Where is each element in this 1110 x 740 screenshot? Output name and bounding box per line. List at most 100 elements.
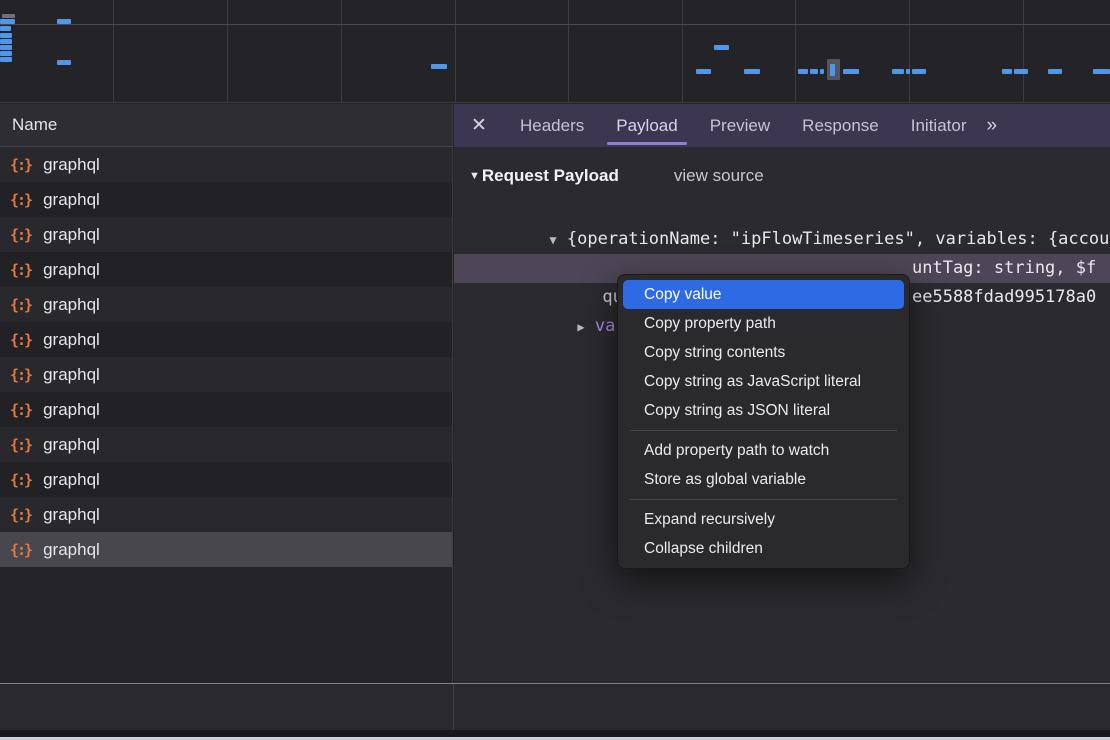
request-name-label: graphql [43, 190, 100, 210]
request-timing-bar [0, 39, 12, 44]
timeline-gridline [341, 0, 342, 102]
menu-item-expand-recursively[interactable]: Expand recursively [623, 505, 904, 534]
name-column-header[interactable]: Name [0, 104, 452, 147]
panel-divider[interactable] [453, 684, 454, 730]
request-list-item[interactable]: {:}graphql [0, 532, 452, 567]
request-timing-bar [0, 51, 12, 56]
name-column-label: Name [12, 115, 57, 135]
menu-item-copy-value[interactable]: Copy value [623, 280, 904, 309]
timeline-gridline [455, 0, 456, 102]
request-timing-bar [820, 69, 824, 74]
request-name-label: graphql [43, 225, 100, 245]
request-name-label: graphql [43, 155, 100, 175]
json-braces-icon: {:} [10, 331, 31, 349]
json-braces-icon: {:} [10, 506, 31, 524]
request-list-item[interactable]: {:} graphql [0, 392, 452, 427]
request-timing-bar [892, 69, 904, 74]
timeline-gridline [227, 0, 228, 102]
request-list-item[interactable]: {:}graphql [0, 287, 452, 322]
request-name-label: graphql [43, 470, 100, 490]
json-braces-icon: {:} [10, 191, 31, 209]
payload-root-row[interactable]: ▼ {operationName: "ipFlowTimeseries", va… [454, 196, 1110, 225]
menu-item-copy-string-as-json-literal[interactable]: Copy string as JSON literal [623, 396, 904, 425]
request-timing-bar [906, 69, 910, 74]
timeline-gridline [568, 0, 569, 102]
timeline-gridline [1023, 0, 1024, 102]
json-braces-icon: {:} [10, 471, 31, 489]
request-name-label: graphql [43, 295, 100, 315]
request-timing-bar [0, 26, 11, 31]
timeline-gridline [682, 0, 683, 102]
request-timing-bar [1048, 69, 1062, 74]
tab-initiator[interactable]: Initiator [895, 104, 983, 147]
menu-item-copy-string-contents[interactable]: Copy string contents [623, 338, 904, 367]
menu-item-store-as-global-variable[interactable]: Store as global variable [623, 465, 904, 494]
devtools-network-panel: Name {:}graphql{:}graphql{:}graphql{:}gr… [0, 0, 1110, 740]
tabs-container: HeadersPayloadPreviewResponseInitiator [504, 104, 982, 147]
tab-preview[interactable]: Preview [694, 104, 786, 147]
request-timing-bar [798, 69, 808, 74]
request-list-item[interactable]: {:}graphql [0, 427, 452, 462]
bottom-dark-strip [0, 730, 1110, 737]
json-braces-icon: {:} [10, 541, 31, 559]
context-menu: Copy valueCopy property pathCopy string … [617, 274, 910, 569]
property-value-continued: ee5588fdad995178a0 [912, 283, 1096, 312]
timeline-gridline [795, 0, 796, 102]
request-timing-bar [1014, 69, 1028, 74]
tab-payload[interactable]: Payload [600, 104, 693, 147]
request-payload-header: ▼ Request Payload view source [454, 147, 1110, 196]
more-tabs-icon[interactable]: » [986, 115, 995, 137]
property-value-continued: untTag: string, $f [912, 254, 1096, 283]
tab-response[interactable]: Response [786, 104, 895, 147]
request-timing-bar [0, 19, 15, 24]
menu-separator [630, 430, 897, 431]
request-name-label: graphql [43, 260, 100, 280]
section-title: Request Payload [482, 166, 619, 186]
json-braces-icon: {:} [10, 261, 31, 279]
json-braces-icon: {:} [10, 366, 31, 384]
request-list-panel: Name {:}graphql{:}graphql{:}graphql{:}gr… [0, 104, 453, 683]
json-braces-icon: {:} [10, 401, 31, 419]
view-source-link[interactable]: view source [674, 166, 764, 186]
request-name-label: graphql [43, 365, 100, 385]
request-list-item[interactable]: {:} graphql [0, 462, 452, 497]
request-timing-bar [57, 60, 71, 65]
timeline-gridline [113, 0, 114, 102]
request-name-label: graphql [43, 400, 100, 420]
json-braces-icon: {:} [10, 226, 31, 244]
request-timing-bar [0, 45, 12, 50]
request-list-item[interactable]: {:} graphql [0, 252, 452, 287]
request-timing-bar [0, 57, 12, 62]
request-timing-bar [431, 64, 447, 69]
request-timing-bar [0, 33, 12, 38]
tab-headers[interactable]: Headers [504, 104, 600, 147]
payload-operationname-row[interactable]: operationName: "ipFlowTimeseries" [454, 225, 1110, 254]
request-timing-bar [830, 64, 835, 76]
json-braces-icon: {:} [10, 436, 31, 454]
request-timing-bar [714, 45, 729, 50]
close-icon[interactable]: ✕ [454, 114, 504, 137]
collapsed-triangle-icon[interactable]: ▶ [577, 320, 584, 334]
request-timing-bar [696, 69, 711, 74]
request-name-label: graphql [43, 330, 100, 350]
request-timing-bar [810, 69, 818, 74]
timeline-gridline [909, 0, 910, 102]
request-list-item[interactable]: {:}graphql [0, 147, 452, 182]
collapse-triangle-icon[interactable]: ▼ [469, 170, 480, 182]
menu-item-copy-string-as-javascript-literal[interactable]: Copy string as JavaScript literal [623, 367, 904, 396]
menu-item-add-property-path-to-watch[interactable]: Add property path to watch [623, 436, 904, 465]
request-list-item[interactable]: {:}graphql [0, 497, 452, 532]
request-list-item[interactable]: {:} graphql [0, 322, 452, 357]
details-tab-bar: ✕ HeadersPayloadPreviewResponseInitiator… [454, 104, 1110, 147]
request-list-item[interactable]: {:} graphql [0, 182, 452, 217]
request-list: {:} graphql {:} graphql {:} graphql {:} graphql… [0, 147, 452, 567]
request-timing-bar [843, 69, 859, 74]
request-timing-bar [57, 19, 71, 24]
network-overview-timeline[interactable] [0, 0, 1110, 103]
request-list-item[interactable]: {:} graphql [0, 357, 452, 392]
request-list-item[interactable]: {:} graphql [0, 217, 452, 252]
request-timing-bar [1093, 69, 1110, 74]
menu-item-collapse-children[interactable]: Collapse children [623, 534, 904, 563]
menu-separator [630, 499, 897, 500]
menu-item-copy-property-path[interactable]: Copy property path [623, 309, 904, 338]
